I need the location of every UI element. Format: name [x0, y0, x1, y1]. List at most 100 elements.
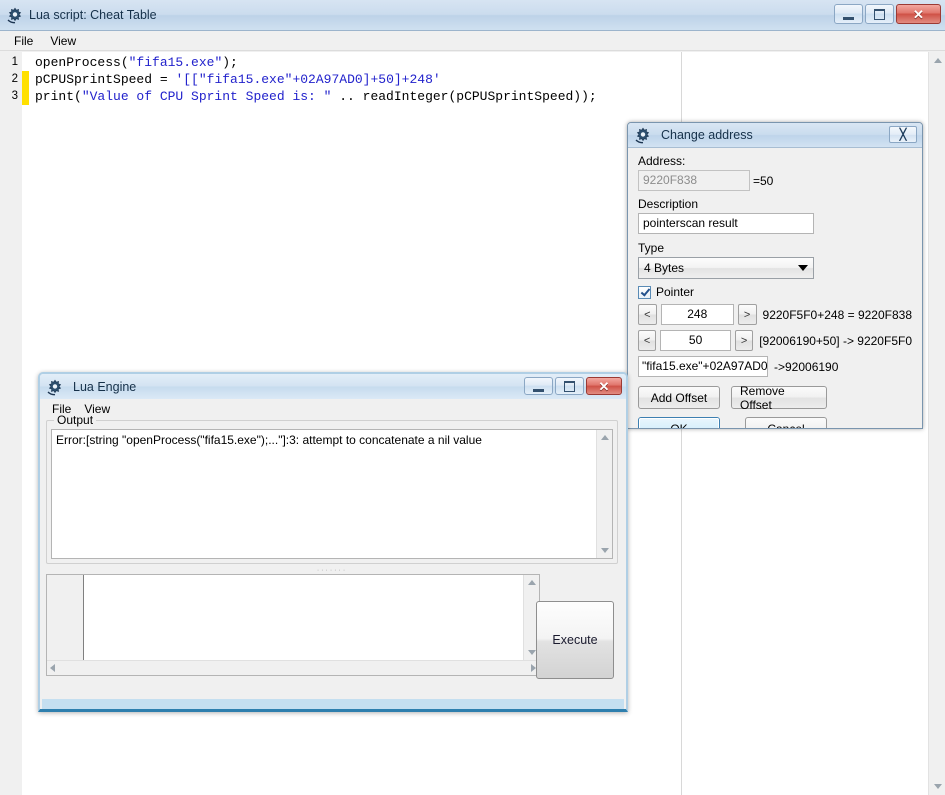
menu-file[interactable]: File [6, 32, 42, 50]
lua-window-title: Lua Engine [73, 380, 136, 394]
code-token-string: '[["fifa15.exe"+02A97AD0]+50]+248' [175, 72, 440, 87]
address-row: 9220F838 =50 [638, 170, 912, 191]
scroll-down-icon[interactable] [597, 543, 612, 558]
output-groupbox-label: Output [54, 413, 96, 427]
code-token-plain: openProcess( [35, 55, 129, 70]
code-token-plain: print( [35, 89, 82, 104]
line-number: 2 [0, 71, 21, 88]
main-window-controls: ✕ [834, 4, 941, 24]
address-input[interactable]: 9220F838 [638, 170, 750, 191]
pointer-checkbox-row[interactable]: Pointer [638, 285, 912, 299]
close-button[interactable]: ✕ [896, 4, 941, 24]
chevron-down-icon [798, 265, 808, 271]
minimize-icon [843, 14, 854, 20]
code-token-plain: ); [222, 55, 238, 70]
modified-marker [22, 88, 29, 105]
editor-vertical-scrollbar[interactable] [928, 52, 945, 795]
type-dropdown-value: 4 Bytes [644, 261, 684, 275]
output-textarea[interactable]: Error:[string "openProcess("fifa15.exe")… [51, 429, 613, 559]
dialog-action-buttons: OK Cancel [638, 417, 912, 429]
menu-view[interactable]: View [42, 32, 85, 50]
cheat-engine-icon [634, 126, 652, 144]
maximize-icon [874, 9, 885, 20]
splitter-grip: ······· [317, 567, 347, 574]
scroll-up-icon[interactable] [929, 52, 945, 69]
offset-decrement-button[interactable]: < [638, 304, 657, 325]
offset-input[interactable]: 50 [660, 330, 731, 351]
line-number: 3 [0, 88, 21, 105]
code-line-1: openProcess("fifa15.exe"); [35, 54, 928, 71]
ok-button[interactable]: OK [638, 417, 720, 429]
dialog-close-button[interactable]: ╳ [889, 126, 917, 143]
code-token-string: "Value of CPU Sprint Speed is: " [82, 89, 332, 104]
cheat-engine-icon [6, 6, 24, 24]
script-input-panel[interactable] [46, 574, 540, 676]
lua-close-button[interactable]: ✕ [586, 377, 622, 395]
code-line-2: pCPUSprintSpeed = '[["fifa15.exe"+02A97A… [35, 71, 928, 88]
lua-window-footer [42, 699, 624, 709]
scroll-left-icon[interactable] [50, 664, 55, 672]
main-titlebar: Lua script: Cheat Table ✕ [0, 0, 945, 31]
offset-row-1: < 50 > [92006190+50] -> 9220F5F0 [638, 330, 912, 351]
modified-marker [22, 54, 29, 71]
code-token-plain: pCPUSprintSpeed = [35, 72, 175, 87]
lua-maximize-button[interactable] [555, 377, 584, 395]
script-input-textarea[interactable] [84, 575, 523, 660]
code-line-3: print("Value of CPU Sprint Speed is: " .… [35, 88, 928, 105]
cancel-button[interactable]: Cancel [745, 417, 827, 429]
line-number: 1 [0, 54, 21, 71]
code-token-plain: .. readInteger(pCPUSprintSpeed)); [331, 89, 596, 104]
description-input[interactable]: pointerscan result [638, 213, 814, 234]
type-label: Type [638, 241, 912, 255]
cheat-engine-icon [46, 378, 64, 396]
change-address-dialog: Change address ╳ Address: 9220F838 =50 D… [627, 122, 923, 429]
editor-line-number-gutter: 1 2 3 [0, 52, 22, 795]
pointer-label: Pointer [656, 285, 694, 299]
lua-window-controls: ✕ [524, 377, 622, 395]
code-token-string: "fifa15.exe" [129, 55, 223, 70]
dialog-title: Change address [661, 128, 753, 142]
output-groupbox: Output Error:[string "openProcess("fifa1… [46, 420, 618, 564]
remove-offset-button[interactable]: Remove Offset [731, 386, 827, 409]
editor-modified-marker-bar [22, 52, 29, 795]
type-dropdown[interactable]: 4 Bytes [638, 257, 814, 279]
offset-expression: [92006190+50] -> 9220F5F0 [759, 334, 912, 348]
offset-expression: 9220F5F0+248 = 9220F838 [763, 308, 912, 322]
close-icon: ✕ [913, 8, 924, 21]
lua-titlebar: Lua Engine ✕ [40, 374, 626, 399]
close-icon: ╳ [900, 128, 907, 141]
offset-input[interactable]: 248 [661, 304, 734, 325]
offset-increment-button[interactable]: > [735, 330, 753, 351]
lua-menubar: File View [40, 399, 626, 418]
offset-buttons-row: Add Offset Remove Offset [638, 386, 912, 409]
base-address-input[interactable]: "fifa15.exe"+02A97AD0 [638, 356, 768, 377]
scroll-up-icon[interactable] [524, 575, 539, 590]
script-input-inner [47, 575, 539, 660]
offset-decrement-button[interactable]: < [638, 330, 656, 351]
pane-splitter[interactable]: ······· [46, 566, 618, 574]
output-message: Error:[string "openProcess("fifa15.exe")… [52, 430, 596, 558]
dialog-titlebar: Change address ╳ [628, 123, 922, 148]
output-vertical-scrollbar[interactable] [596, 430, 612, 558]
scroll-up-icon[interactable] [597, 430, 612, 445]
description-label: Description [638, 197, 912, 211]
minimize-button[interactable] [834, 4, 863, 24]
modified-marker [22, 71, 29, 88]
add-offset-button[interactable]: Add Offset [638, 386, 720, 409]
script-input-horizontal-scrollbar[interactable] [47, 660, 539, 675]
offset-increment-button[interactable]: > [738, 304, 757, 325]
script-input-gutter [47, 575, 84, 660]
pointer-checkbox[interactable] [638, 286, 651, 299]
execute-button[interactable]: Execute [536, 601, 614, 679]
maximize-icon [564, 381, 575, 392]
scroll-down-icon[interactable] [929, 778, 945, 795]
maximize-button[interactable] [865, 4, 894, 24]
base-address-row: "fifa15.exe"+02A97AD0 ->92006190 [638, 356, 912, 377]
minimize-icon [533, 386, 544, 392]
base-address-expression: ->92006190 [774, 360, 838, 374]
dialog-body: Address: 9220F838 =50 Description pointe… [628, 148, 922, 429]
close-icon: ✕ [599, 380, 610, 393]
lua-minimize-button[interactable] [524, 377, 553, 395]
address-result-value: =50 [753, 174, 773, 188]
address-label: Address: [638, 154, 912, 168]
